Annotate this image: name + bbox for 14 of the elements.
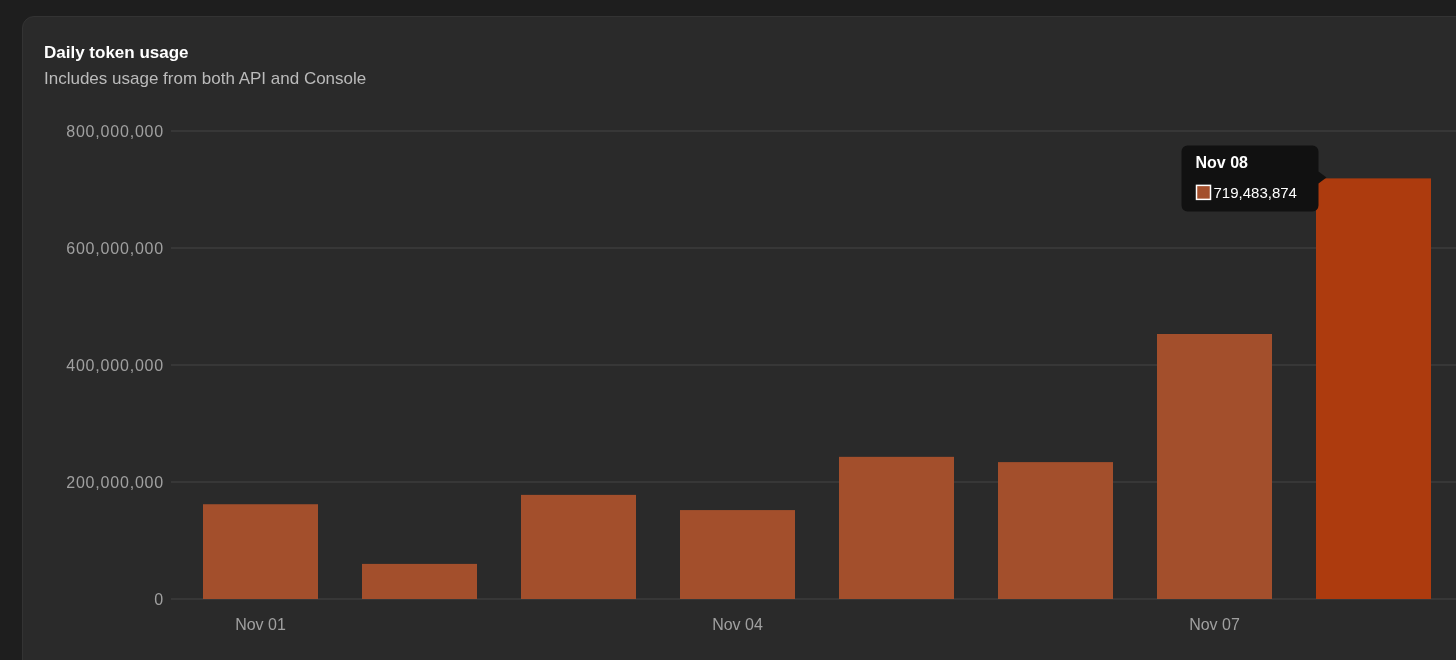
x-axis-label: Nov 01 xyxy=(235,616,286,633)
x-axis-label: Nov 04 xyxy=(712,616,763,633)
tooltip-value: 719,483,874 xyxy=(1213,184,1297,202)
chart-title: Daily token usage xyxy=(43,42,190,63)
bar[interactable] xyxy=(362,563,477,599)
chart-subtitle: Includes usage from both API and Console xyxy=(43,68,368,89)
y-axis-label: 400,000,000 xyxy=(66,357,164,374)
y-axis-label: 200,000,000 xyxy=(66,474,164,491)
legend-swatch-icon xyxy=(1195,184,1212,201)
x-axis-label: Nov 07 xyxy=(1189,616,1240,633)
tooltip-title: Nov 08 xyxy=(1195,154,1248,172)
y-axis-label: 0 xyxy=(154,591,164,608)
y-axis-label: 800,000,000 xyxy=(66,123,164,140)
y-axis-label: 600,000,000 xyxy=(66,240,164,257)
